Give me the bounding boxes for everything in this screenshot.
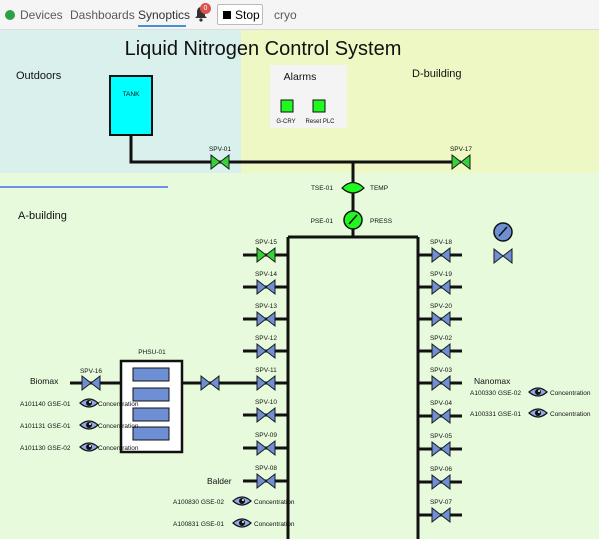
nanomax-sensor-0-id: A100330 GSE-02 bbox=[470, 390, 521, 397]
balder-sensor-1-concentration: Concentration bbox=[254, 521, 295, 528]
valve-spv-15-label: SPV-15 bbox=[255, 239, 277, 246]
abuilding-label: A-building bbox=[18, 210, 67, 222]
biomax-sensor-1-id: A101131 GSE-01 bbox=[20, 423, 71, 430]
top-navbar: Devices Dashboards Synoptics 0 Stop cryo bbox=[0, 0, 599, 30]
biomax-sensor-2-concentration: Concentration bbox=[98, 445, 139, 452]
valve-spv-06-label: SPV-06 bbox=[430, 466, 452, 473]
balder-sensor-1-id: A100831 GSE-01 bbox=[173, 521, 224, 528]
gauge-icon[interactable] bbox=[493, 222, 513, 242]
balder-sensor-0-concentration: Concentration bbox=[254, 499, 295, 506]
synoptic-title: Liquid Nitrogen Control System bbox=[125, 38, 402, 60]
tse-label: TEMP bbox=[370, 185, 388, 192]
valve-spv-02-label: SPV-02 bbox=[430, 335, 452, 342]
valve-spv-03-label: SPV-03 bbox=[430, 367, 452, 374]
valve-spv-14-label: SPV-14 bbox=[255, 271, 277, 278]
stop-icon bbox=[223, 10, 231, 19]
biomax-label: Biomax bbox=[30, 376, 59, 386]
notification-badge: 0 bbox=[200, 3, 211, 14]
valve-spv-18-label: SPV-18 bbox=[430, 239, 452, 246]
valve-spv-16-label: SPV-16 bbox=[80, 368, 102, 375]
biomax-sensor-0-concentration: Concentration bbox=[98, 401, 139, 408]
alarm-reset-plc-label: Reset PLC bbox=[305, 119, 335, 125]
synoptic-canvas: Liquid Nitrogen Control System Outdoors … bbox=[0, 30, 599, 539]
biomax-sensor-1-concentration: Concentration bbox=[98, 423, 139, 430]
valve-spv-20-label: SPV-20 bbox=[430, 303, 452, 310]
nav-dashboards[interactable]: Dashboards bbox=[70, 8, 135, 22]
valve-spv-04-label: SPV-04 bbox=[430, 400, 452, 407]
valve-spv-09-label: SPV-09 bbox=[255, 432, 277, 439]
nanomax-sensor-1-id: A100331 GSE-01 bbox=[470, 411, 521, 418]
alarm-gcry-label: G-CRY bbox=[276, 119, 295, 125]
pse-label: PRESS bbox=[370, 218, 393, 225]
nanomax-label: Nanomax bbox=[474, 376, 511, 386]
nav-cryo[interactable]: cryo bbox=[274, 8, 297, 22]
valve-spv-11-label: SPV-11 bbox=[255, 367, 277, 374]
nav-devices[interactable]: Devices bbox=[20, 8, 63, 22]
connection-status-icon bbox=[5, 10, 15, 20]
nav-synoptics[interactable]: Synoptics bbox=[138, 8, 190, 22]
valve-spv-10-label: SPV-10 bbox=[255, 399, 277, 406]
biomax-sensor-2-id: A101130 GSE-02 bbox=[20, 445, 71, 452]
balder-sensor-0-id: A100830 GSE-02 bbox=[173, 499, 224, 506]
alarm-reset-plc-button[interactable] bbox=[312, 99, 326, 113]
pse-id: PSE-01 bbox=[311, 218, 334, 225]
balder-label: Balder bbox=[207, 476, 232, 486]
valve-spv-17-label: SPV-17 bbox=[450, 146, 472, 153]
valve-spv-19-label: SPV-19 bbox=[430, 271, 452, 278]
stop-label: Stop bbox=[235, 7, 260, 22]
tank-label: TANK bbox=[123, 91, 141, 98]
nanomax-sensor-0-concentration: Concentration bbox=[550, 390, 591, 397]
phsu-label: PHSU-01 bbox=[138, 349, 166, 356]
tse-id: TSE-01 bbox=[311, 185, 333, 192]
nanomax-sensor-1-concentration: Concentration bbox=[550, 411, 591, 418]
valve-spv-12-label: SPV-12 bbox=[255, 335, 277, 342]
active-tab-indicator bbox=[138, 25, 186, 27]
valve-spv-13-label: SPV-13 bbox=[255, 303, 277, 310]
pressure-gauge[interactable] bbox=[343, 210, 363, 230]
alarms-title: Alarms bbox=[284, 71, 317, 83]
tank[interactable] bbox=[109, 75, 153, 136]
outdoors-label: Outdoors bbox=[16, 70, 62, 82]
valve-spv-07-label: SPV-07 bbox=[430, 499, 452, 506]
stop-button[interactable]: Stop bbox=[217, 4, 263, 25]
alarm-gcry-indicator[interactable] bbox=[280, 99, 294, 113]
biomax-sensor-0-id: A101140 GSE-01 bbox=[20, 401, 71, 408]
valve-spv-05-label: SPV-05 bbox=[430, 433, 452, 440]
valve-spv-08-label: SPV-08 bbox=[255, 465, 277, 472]
dbuilding-label: D-building bbox=[412, 68, 462, 80]
valve-spv-01-label: SPV-01 bbox=[209, 146, 231, 153]
